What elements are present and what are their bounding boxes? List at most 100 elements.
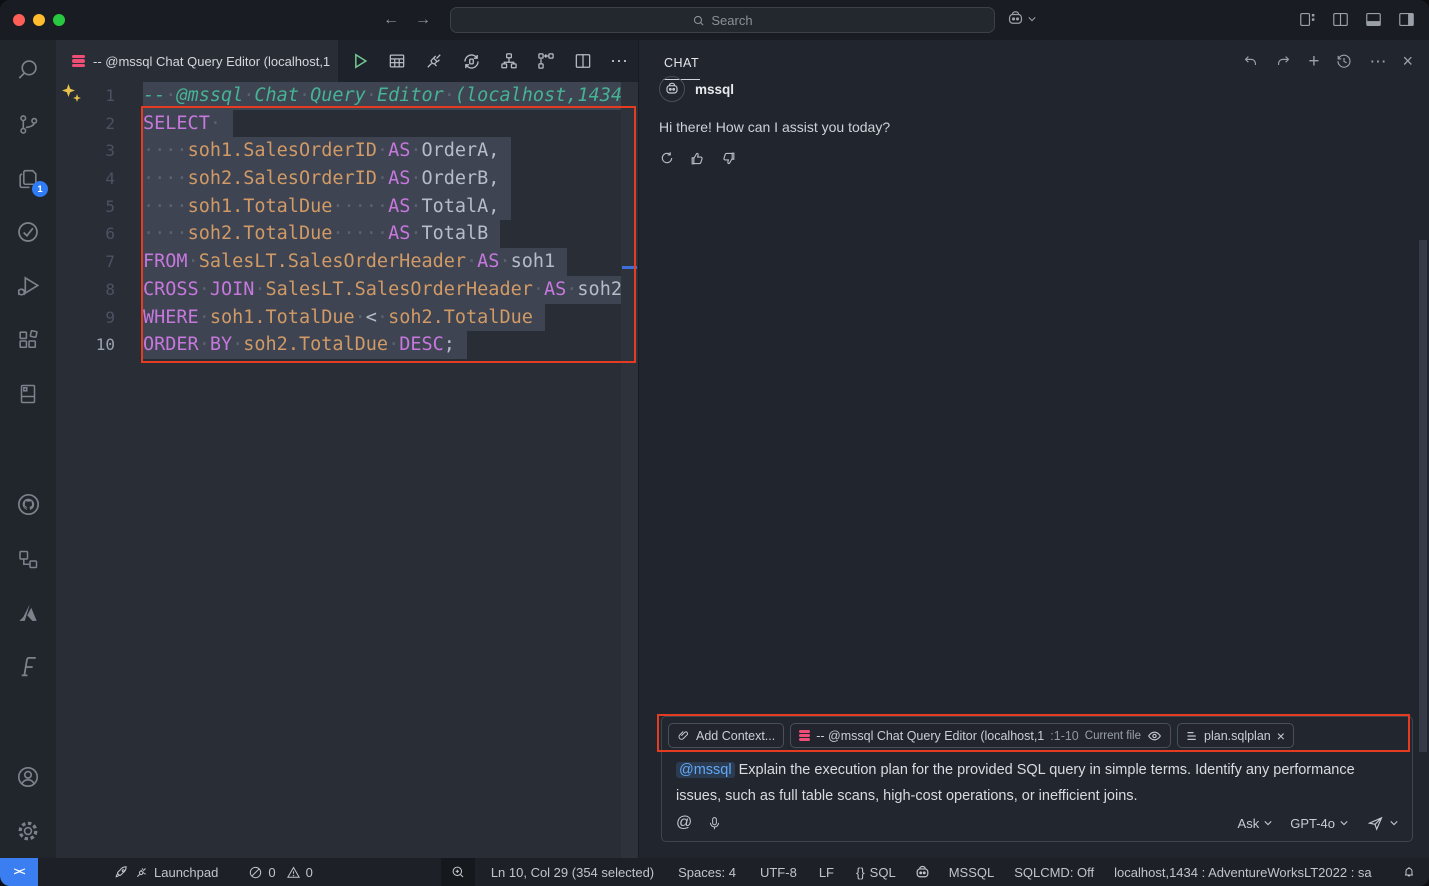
chat-scrollbar[interactable] <box>1419 240 1427 752</box>
cursor-position-status[interactable]: Ln 10, Col 29 (354 selected) <box>491 865 654 880</box>
plan-chip-label: plan.sqlplan <box>1204 729 1271 743</box>
change-connection-icon[interactable] <box>461 51 482 72</box>
connection-status-item[interactable]: localhost,1434 : AdventureWorksLT2022 : … <box>1114 865 1372 880</box>
new-chat-button[interactable]: + <box>1308 52 1319 71</box>
remote-indicator[interactable]: >< <box>0 858 38 886</box>
toggle-secondary-sidebar-icon[interactable] <box>1397 10 1416 29</box>
zoom-status-item[interactable] <box>441 858 475 886</box>
sidebar-item-search[interactable] <box>0 43 56 97</box>
code-text: --·@mssql·Chat·Query·Editor·(localhost,1… <box>143 82 638 110</box>
run-query-button[interactable] <box>350 51 370 71</box>
command-center-search[interactable]: Search <box>450 7 995 33</box>
code-text: ····soh1.SalesOrderID·AS·OrderA, <box>143 137 511 165</box>
problems-status-item[interactable]: 0 0 <box>248 865 312 880</box>
sidebar-item-settings[interactable] <box>0 804 56 858</box>
sidebar-item-explorer[interactable]: 1 <box>0 151 56 205</box>
code-line: 6····soh2.TotalDue·····AS·TotalB <box>56 220 638 248</box>
remove-chip-icon[interactable]: × <box>1277 729 1285 743</box>
code-line: 1 --·@mssql·Chat·Query·Editor·(localhost,… <box>56 82 638 110</box>
disconnect-plug-icon[interactable] <box>424 51 444 71</box>
regenerate-icon[interactable] <box>659 150 675 166</box>
account-icon <box>15 764 41 790</box>
customize-layout-icon[interactable] <box>1298 10 1317 29</box>
sidebar-item-fabric[interactable] <box>0 640 56 694</box>
code-line: 9WHERE·soh1.TotalDue·<·soh2.TotalDue <box>56 304 638 332</box>
close-chat-icon[interactable]: × <box>1402 52 1413 70</box>
sidebar-item-github[interactable] <box>0 478 56 532</box>
sidebar-item-azure[interactable] <box>0 586 56 640</box>
model-select[interactable]: GPT-4o <box>1290 816 1348 831</box>
copilot-status-item[interactable] <box>914 864 931 881</box>
redo-icon[interactable] <box>1275 53 1292 70</box>
chat-mode-select[interactable]: Ask <box>1238 816 1273 831</box>
split-editor-icon[interactable] <box>573 51 593 71</box>
sidebar-item-account[interactable] <box>0 750 56 804</box>
chat-input-box[interactable]: Add Context... -- @mssql Chat Query Edit… <box>661 716 1413 842</box>
editor[interactable]: 1 --·@mssql·Chat·Query·Editor·(localhost,… <box>56 82 638 858</box>
model-value: GPT-4o <box>1290 816 1335 831</box>
sidebar-item-run-debug[interactable] <box>0 259 56 313</box>
results-grid-icon[interactable] <box>387 51 407 71</box>
braces-icon: {} <box>856 865 865 880</box>
code-line: 5····soh1.TotalDue·····AS·TotalA, <box>56 193 638 221</box>
toggle-panel-icon[interactable] <box>1364 10 1383 29</box>
launchpad-status-item[interactable]: Launchpad <box>113 864 218 881</box>
schema-compare-icon[interactable] <box>536 51 556 71</box>
chat-input-text[interactable]: @mssql Explain the execution plan for th… <box>662 748 1412 809</box>
sidebar-item-source-control[interactable] <box>0 97 56 151</box>
warning-count: 0 <box>306 865 313 880</box>
mention-button[interactable]: @ <box>676 814 692 832</box>
language-status[interactable]: {} SQL <box>856 865 896 880</box>
thumbs-down-icon[interactable] <box>720 150 737 167</box>
line-number: 2 <box>56 110 115 138</box>
chat-message-author: mssql <box>695 82 734 97</box>
vscode-window: ← → Search 1 <box>0 0 1429 886</box>
navigate-back-icon[interactable]: ← <box>383 11 399 29</box>
tab-chat[interactable]: CHAT <box>663 43 700 80</box>
thumbs-up-icon[interactable] <box>689 150 706 167</box>
line-number: 4 <box>56 165 115 193</box>
check-circle-icon <box>15 219 41 245</box>
editor-scroll-gutter[interactable] <box>621 82 638 858</box>
close-window-button[interactable] <box>13 14 25 26</box>
status-bar: >< Launchpad 0 0 Ln 10, Col 29 (354 sele… <box>0 858 1429 886</box>
zoom-window-button[interactable] <box>53 14 65 26</box>
code-text: WHERE·soh1.TotalDue·<·soh2.TotalDue <box>143 304 545 332</box>
code-text: ····soh1.TotalDue·····AS·TotalA, <box>143 193 511 221</box>
search-icon <box>15 57 41 83</box>
microphone-icon[interactable] <box>707 815 722 832</box>
undo-icon[interactable] <box>1242 53 1259 70</box>
extensions-icon <box>16 328 41 353</box>
mssql-status-item[interactable]: MSSQL <box>949 865 995 880</box>
toggle-primary-sidebar-icon[interactable] <box>1331 10 1350 29</box>
chat-panel: CHAT + ⋯ × mssql Hi there! How can <box>638 40 1429 858</box>
plan-file-chip[interactable]: plan.sqlplan × <box>1177 723 1294 748</box>
eol-status[interactable]: LF <box>819 865 834 880</box>
sidebar-item-schema[interactable] <box>0 532 56 586</box>
copilot-menu-button[interactable] <box>1006 9 1036 28</box>
add-context-chip[interactable]: Add Context... <box>668 723 784 748</box>
more-actions-icon[interactable]: ⋯ <box>610 52 628 70</box>
indentation-status[interactable]: Spaces: 4 <box>678 865 736 880</box>
avatar <box>659 76 685 102</box>
sidebar-item-check[interactable] <box>0 205 56 259</box>
window-controls <box>13 14 65 26</box>
history-icon[interactable] <box>1335 52 1353 70</box>
main-area: 1 <box>0 40 1429 858</box>
bell-icon <box>1401 864 1417 880</box>
notifications-status-item[interactable] <box>1401 864 1417 880</box>
editor-tab[interactable]: -- @mssql Chat Query Editor (localhost,1 <box>56 40 338 82</box>
current-file-chip[interactable]: -- @mssql Chat Query Editor (localhost,1… <box>790 723 1171 748</box>
line-number: 10 <box>56 331 115 359</box>
chat-more-actions-icon[interactable]: ⋯ <box>1369 53 1386 70</box>
query-plan-icon[interactable] <box>499 51 519 71</box>
eye-icon[interactable] <box>1147 730 1162 742</box>
sidebar-item-extensions[interactable] <box>0 313 56 367</box>
send-button[interactable] <box>1366 815 1398 832</box>
minimize-window-button[interactable] <box>33 14 45 26</box>
sqlcmd-status-item[interactable]: SQLCMD: Off <box>1014 865 1094 880</box>
encoding-status[interactable]: UTF-8 <box>760 865 797 880</box>
line-number: 1 <box>56 82 115 110</box>
sidebar-item-server[interactable] <box>0 367 56 421</box>
navigate-forward-icon[interactable]: → <box>415 11 431 29</box>
